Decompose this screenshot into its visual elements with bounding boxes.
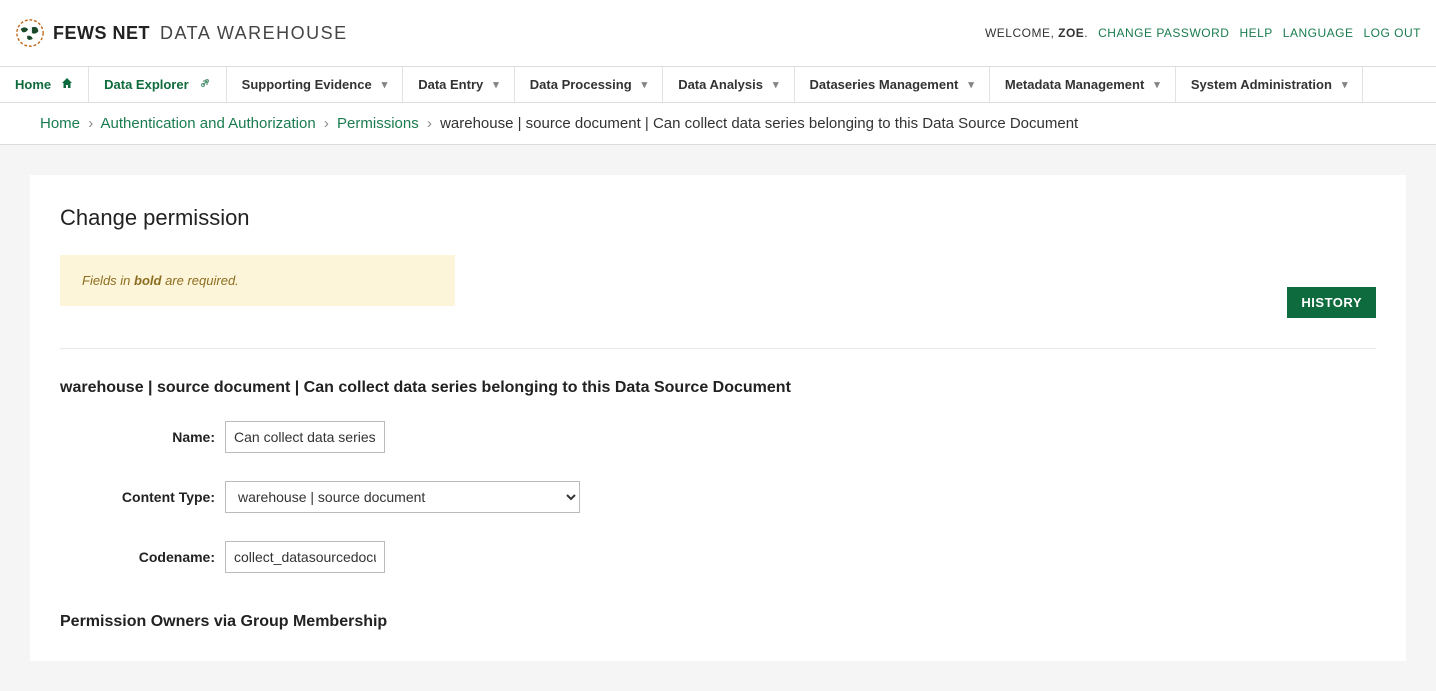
logout-link[interactable]: LOG OUT <box>1363 26 1421 40</box>
logo-area[interactable]: FEWS NET DATA WAREHOUSE <box>15 18 348 48</box>
link-icon <box>199 77 211 92</box>
language-link[interactable]: LANGUAGE <box>1283 26 1354 40</box>
nav-data-explorer[interactable]: Data Explorer <box>89 67 227 102</box>
chevron-down-icon: ▾ <box>1154 78 1160 91</box>
nav-supporting-evidence[interactable]: Supporting Evidence ▾ <box>227 67 404 102</box>
welcome-text: WELCOME, ZOE. <box>985 26 1088 40</box>
breadcrumb-auth[interactable]: Authentication and Authorization <box>101 115 316 132</box>
breadcrumb-home[interactable]: Home <box>40 115 80 132</box>
chevron-down-icon: ▾ <box>493 78 499 91</box>
content-type-select[interactable]: warehouse | source document <box>225 481 580 513</box>
site-header: FEWS NET DATA WAREHOUSE WELCOME, ZOE. CH… <box>0 0 1436 67</box>
logo-secondary-text: DATA WAREHOUSE <box>160 23 348 44</box>
home-icon <box>61 77 73 92</box>
required-fields-notice: Fields in bold are required. <box>60 255 455 306</box>
nav-dataseries-management[interactable]: Dataseries Management ▾ <box>795 67 990 102</box>
nav-data-entry[interactable]: Data Entry ▾ <box>403 67 515 102</box>
nav-metadata-management[interactable]: Metadata Management ▾ <box>990 67 1176 102</box>
nav-system-administration[interactable]: System Administration ▾ <box>1176 67 1364 102</box>
change-password-link[interactable]: CHANGE PASSWORD <box>1098 26 1229 40</box>
chevron-down-icon: ▾ <box>968 78 974 91</box>
page-title: Change permission <box>60 205 1376 231</box>
help-link[interactable]: HELP <box>1239 26 1272 40</box>
main-nav: Home Data Explorer Supporting Evidence ▾… <box>0 67 1436 103</box>
form-row-codename: Codename: <box>60 541 1376 573</box>
codename-field[interactable] <box>225 541 385 573</box>
section-owners-via-groups: Permission Owners via Group Membership <box>60 613 1376 631</box>
codename-label: Codename: <box>60 549 225 565</box>
name-label: Name: <box>60 429 225 445</box>
chevron-down-icon: ▾ <box>642 78 648 91</box>
chevron-down-icon: ▾ <box>382 78 388 91</box>
form-row-name: Name: <box>60 421 1376 453</box>
username: ZOE <box>1058 26 1084 40</box>
nav-data-analysis[interactable]: Data Analysis ▾ <box>663 67 794 102</box>
breadcrumb: Home › Authentication and Authorization … <box>0 103 1436 145</box>
history-button[interactable]: HISTORY <box>1287 287 1376 318</box>
nav-data-processing[interactable]: Data Processing ▾ <box>515 67 663 102</box>
name-field[interactable] <box>225 421 385 453</box>
content-wrap: Change permission Fields in bold are req… <box>0 145 1436 691</box>
user-links: WELCOME, ZOE. CHANGE PASSWORD HELP LANGU… <box>985 26 1421 40</box>
content-type-label: Content Type: <box>60 489 225 505</box>
globe-icon <box>15 18 45 48</box>
logo-primary-text: FEWS NET <box>53 23 150 44</box>
notice-row: Fields in bold are required. HISTORY <box>60 255 1376 349</box>
breadcrumb-current: warehouse | source document | Can collec… <box>440 115 1078 132</box>
chevron-down-icon: ▾ <box>773 78 779 91</box>
chevron-down-icon: ▾ <box>1342 78 1348 91</box>
form-row-content-type: Content Type: warehouse | source documen… <box>60 481 1376 513</box>
breadcrumb-permissions[interactable]: Permissions <box>337 115 419 132</box>
object-title: warehouse | source document | Can collec… <box>60 379 1376 397</box>
nav-home[interactable]: Home <box>0 67 89 102</box>
main-card: Change permission Fields in bold are req… <box>30 175 1406 661</box>
